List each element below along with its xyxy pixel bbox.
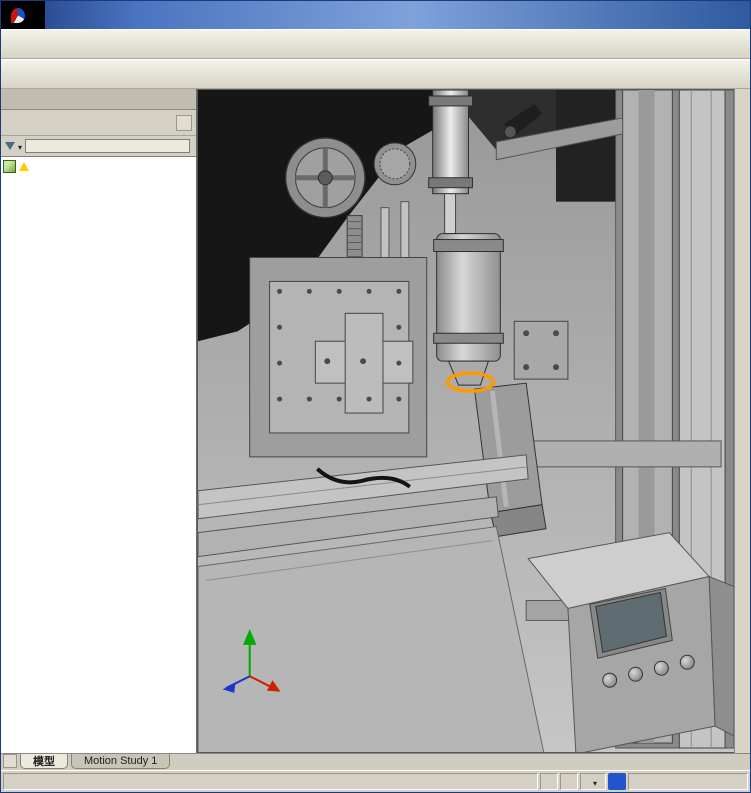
solidworks-window: 模型Motion Study 1 [0, 0, 751, 793]
assembly-icon [3, 160, 16, 173]
status-bar [1, 770, 750, 792]
task-pane-strip [734, 89, 750, 753]
graphics-area[interactable] [197, 89, 734, 753]
status-edit-mode [560, 773, 578, 790]
featuremanager-panel [1, 89, 197, 753]
warning-icon [19, 162, 29, 171]
status-spacer [628, 773, 748, 790]
status-defined-state [540, 773, 558, 790]
panel-tabs [1, 89, 196, 110]
status-custom-button[interactable] [580, 773, 606, 790]
main-area [1, 89, 750, 753]
featuremanager-header [1, 110, 196, 136]
flyout-expand-button[interactable] [176, 115, 192, 131]
filter-input[interactable] [25, 139, 190, 153]
status-help-icon[interactable] [608, 773, 626, 790]
assembly-toolbar [1, 59, 750, 89]
bottom-tabs: 模型Motion Study 1 [17, 754, 170, 769]
bottom-tab-bar: 模型Motion Study 1 [1, 753, 750, 770]
tree-root-item[interactable] [1, 157, 196, 175]
ds-logo-icon [11, 8, 25, 23]
filter-funnel-icon[interactable] [5, 142, 15, 150]
title-bar [1, 1, 750, 29]
tab-模型[interactable]: 模型 [20, 754, 68, 769]
tab-scroll-button[interactable] [3, 754, 17, 768]
solidworks-logo [1, 1, 45, 29]
filter-caret-icon[interactable] [18, 137, 22, 155]
feature-tree [1, 156, 196, 753]
machine-3d-model [198, 90, 734, 752]
custom-caret-icon[interactable] [593, 775, 597, 789]
annotation-toolbar [1, 29, 750, 59]
status-message [3, 773, 538, 790]
filter-row [1, 136, 196, 156]
tab-Motion Study 1[interactable]: Motion Study 1 [71, 754, 170, 769]
